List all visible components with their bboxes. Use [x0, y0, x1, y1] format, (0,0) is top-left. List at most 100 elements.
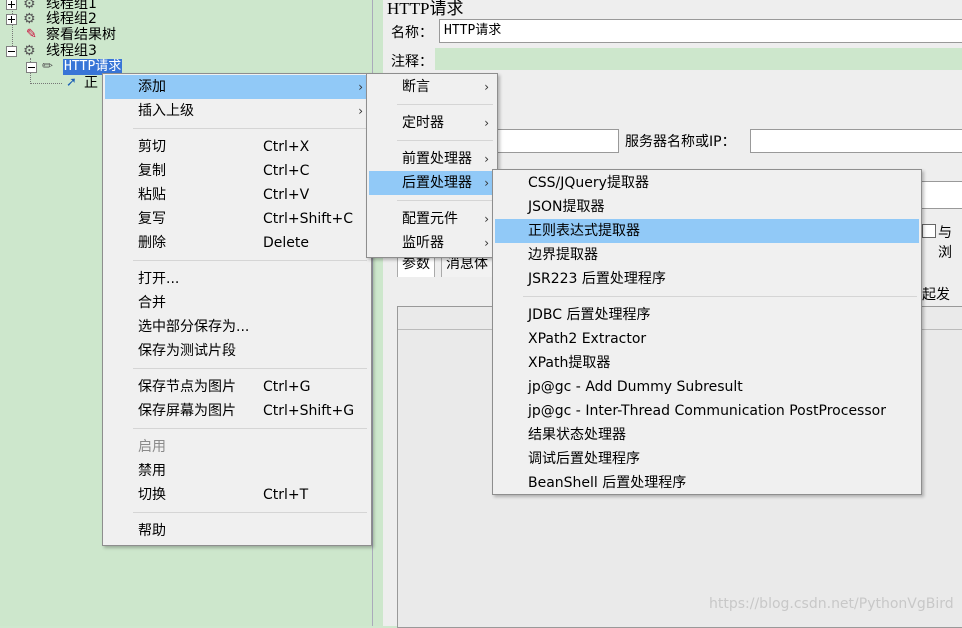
menu-separator	[133, 428, 367, 429]
chevron-right-icon: ›	[358, 104, 363, 118]
menu-item-add-dummy-subresult[interactable]: jp@gc - Add Dummy Subresult	[495, 375, 919, 399]
name-label: 名称：	[391, 25, 433, 41]
menu-item-paste[interactable]: 粘贴 Ctrl+V	[105, 183, 369, 207]
listener-icon: ✎	[26, 27, 37, 42]
menu-item-beanshell-postprocessor[interactable]: BeanShell 后置处理程序	[495, 471, 919, 495]
tree-guide-line	[30, 83, 62, 84]
chevron-right-icon: ›	[484, 176, 489, 190]
menu-item-label: JSON提取器	[528, 199, 605, 215]
comment-field[interactable]	[435, 48, 962, 70]
expand-icon[interactable]	[6, 0, 17, 10]
menu-item-inter-thread-communication[interactable]: jp@gc - Inter-Thread Communication PostP…	[495, 399, 919, 423]
menu-item-copy[interactable]: 复制 Ctrl+C	[105, 159, 369, 183]
menu-item-delete[interactable]: 删除 Delete	[105, 231, 369, 255]
menu-item-enable: 启用	[105, 435, 369, 459]
menu-item-save-as-fragment[interactable]: 保存为测试片段	[105, 339, 369, 363]
menu-item-add[interactable]: 添加 ›	[105, 75, 369, 99]
menu-item-result-status-handler[interactable]: 结果状态处理器	[495, 423, 919, 447]
menu-shortcut: Delete	[263, 235, 309, 251]
menu-item-debug-postprocessor[interactable]: 调试后置处理程序	[495, 447, 919, 471]
post-processor-submenu: CSS/JQuery提取器 JSON提取器 正则表达式提取器 边界提取器 JSR…	[492, 169, 922, 495]
menu-item-css-jquery-extractor[interactable]: CSS/JQuery提取器	[495, 171, 919, 195]
comment-label: 注释：	[391, 54, 433, 70]
collapse-icon[interactable]	[26, 62, 37, 73]
menu-item-label: jp@gc - Add Dummy Subresult	[528, 379, 743, 395]
expand-icon[interactable]	[6, 14, 17, 25]
menu-item-cut[interactable]: 剪切 Ctrl+X	[105, 135, 369, 159]
menu-item-label: JSR223 后置处理程序	[528, 271, 666, 287]
menu-item-listener[interactable]: 监听器 ›	[369, 231, 495, 255]
menu-item-label: 打开...	[138, 271, 180, 287]
menu-item-label: 边界提取器	[528, 247, 598, 263]
menu-item-json-extractor[interactable]: JSON提取器	[495, 195, 919, 219]
menu-item-post-processors[interactable]: 后置处理器 ›	[369, 171, 495, 195]
tree-node-label: 察看结果树	[46, 27, 116, 43]
menu-item-label: 添加	[138, 79, 166, 95]
menu-item-label: 监听器	[402, 235, 444, 251]
menu-item-save-screen-image[interactable]: 保存屏幕为图片 Ctrl+Shift+G	[105, 399, 369, 423]
watermark: https://blog.csdn.net/PythonVgBird	[709, 596, 954, 612]
context-menu: 添加 › 插入上级 › 剪切 Ctrl+X 复制 Ctrl+C 粘贴 Ctrl+…	[102, 73, 372, 546]
menu-item-label: 调试后置处理程序	[528, 451, 640, 467]
menu-item-label: 保存为测试片段	[138, 343, 236, 359]
menu-item-label: 前置处理器	[402, 151, 472, 167]
menu-item-label: XPath2 Extractor	[528, 331, 647, 347]
menu-item-label: 粘贴	[138, 187, 166, 203]
menu-item-label: 复写	[138, 211, 166, 227]
menu-item-config-element[interactable]: 配置元件 ›	[369, 207, 495, 231]
menu-item-toggle[interactable]: 切换 Ctrl+T	[105, 483, 369, 507]
checkbox-label: 与浏	[938, 225, 952, 261]
thread-group-icon: ⚙	[23, 11, 36, 27]
menu-item-label: CSS/JQuery提取器	[528, 175, 649, 191]
menu-item-label: JDBC 后置处理程序	[528, 307, 651, 323]
menu-item-save-node-image[interactable]: 保存节点为图片 Ctrl+G	[105, 375, 369, 399]
menu-item-label: 定时器	[402, 115, 444, 131]
menu-separator	[133, 128, 367, 129]
menu-shortcut: Ctrl+X	[263, 139, 310, 155]
menu-separator	[133, 260, 367, 261]
menu-item-merge[interactable]: 合并	[105, 291, 369, 315]
tree-node-label: 线程组3	[46, 43, 97, 59]
menu-item-timer[interactable]: 定时器 ›	[369, 111, 495, 135]
menu-item-label: 结果状态处理器	[528, 427, 626, 443]
menu-item-label: 帮助	[138, 523, 166, 539]
menu-item-label: 切换	[138, 487, 166, 503]
menu-item-label: BeanShell 后置处理程序	[528, 475, 687, 491]
menu-item-jsr223-postprocessor[interactable]: JSR223 后置处理程序	[495, 267, 919, 291]
menu-item-label: 复制	[138, 163, 166, 179]
menu-item-xpath2-extractor[interactable]: XPath2 Extractor	[495, 327, 919, 351]
chevron-right-icon: ›	[484, 116, 489, 130]
menu-separator	[133, 368, 367, 369]
chevron-right-icon: ›	[358, 80, 363, 94]
tree-node-label: 线程组2	[46, 11, 97, 27]
protocol-field[interactable]	[493, 129, 619, 153]
server-field[interactable]	[750, 129, 962, 153]
menu-shortcut: Ctrl+V	[263, 187, 310, 203]
menu-item-boundary-extractor[interactable]: 边界提取器	[495, 243, 919, 267]
menu-item-label: 插入上级	[138, 103, 194, 119]
menu-separator	[397, 140, 493, 141]
menu-item-pre-processors[interactable]: 前置处理器 ›	[369, 147, 495, 171]
menu-item-jdbc-postprocessor[interactable]: JDBC 后置处理程序	[495, 303, 919, 327]
browser-compatible-checkbox[interactable]	[922, 224, 936, 238]
menu-item-disable[interactable]: 禁用	[105, 459, 369, 483]
menu-separator	[133, 512, 367, 513]
chevron-right-icon: ›	[484, 236, 489, 250]
menu-item-label: 删除	[138, 235, 166, 251]
menu-item-help[interactable]: 帮助	[105, 519, 369, 543]
add-submenu: 断言 › 定时器 › 前置处理器 › 后置处理器 › 配置元件 › 监听器 ›	[366, 73, 498, 258]
menu-item-regex-extractor[interactable]: 正则表达式提取器	[495, 219, 919, 243]
menu-item-save-selection[interactable]: 选中部分保存为...	[105, 315, 369, 339]
menu-item-label: jp@gc - Inter-Thread Communication PostP…	[528, 403, 886, 419]
menu-item-label: 选中部分保存为...	[138, 319, 250, 335]
name-field[interactable]: HTTP请求	[439, 19, 962, 43]
menu-item-insert-parent[interactable]: 插入上级 ›	[105, 99, 369, 123]
menu-item-assertions[interactable]: 断言 ›	[369, 75, 495, 99]
menu-shortcut: Ctrl+C	[263, 163, 310, 179]
menu-shortcut: Ctrl+Shift+C	[263, 211, 353, 227]
menu-item-duplicate[interactable]: 复写 Ctrl+Shift+C	[105, 207, 369, 231]
collapse-icon[interactable]	[6, 46, 17, 57]
chevron-right-icon: ›	[484, 152, 489, 166]
menu-item-xpath-extractor[interactable]: XPath提取器	[495, 351, 919, 375]
menu-item-open[interactable]: 打开...	[105, 267, 369, 291]
